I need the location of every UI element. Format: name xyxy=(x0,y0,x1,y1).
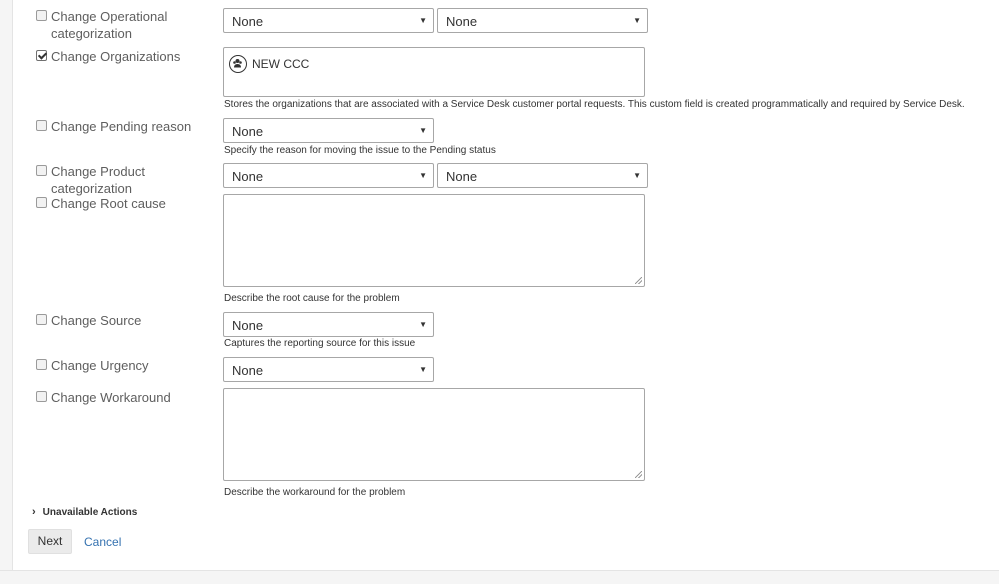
select-operational-tier1[interactable]: None ▼ xyxy=(223,8,434,33)
root-cause-textarea[interactable] xyxy=(223,194,645,287)
row-product-categorization: Change Product categorization xyxy=(36,163,221,197)
select-pending-reason[interactable]: None ▼ xyxy=(223,118,434,143)
row-root-cause: Change Root cause xyxy=(36,195,221,212)
dropdown-arrow-icon: ▼ xyxy=(419,126,427,135)
left-rail xyxy=(0,0,13,583)
pending-reason-description: Specify the reason for moving the issue … xyxy=(224,145,496,156)
source-description: Captures the reporting source for this i… xyxy=(224,338,416,349)
checkbox-workaround[interactable] xyxy=(36,391,47,402)
cancel-link[interactable]: Cancel xyxy=(84,535,121,549)
organization-chip[interactable]: NEW CCC xyxy=(229,53,309,75)
label-workaround: Change Workaround xyxy=(51,390,171,405)
root-cause-description: Describe the root cause for the problem xyxy=(224,293,400,304)
select-operational-tier2[interactable]: None ▼ xyxy=(437,8,648,33)
row-pending-reason: Change Pending reason xyxy=(36,118,221,135)
dropdown-arrow-icon: ▼ xyxy=(419,365,427,374)
row-operational-categorization: Change Operational categorization xyxy=(36,8,221,42)
checkbox-source[interactable] xyxy=(36,314,47,325)
checkbox-organizations[interactable] xyxy=(36,50,47,61)
select-product-tier2[interactable]: None ▼ xyxy=(437,163,648,188)
checkbox-operational-categorization[interactable] xyxy=(36,10,47,21)
label-urgency: Change Urgency xyxy=(51,358,149,373)
organizations-description: Stores the organizations that are associ… xyxy=(224,99,965,110)
select-product-tier1[interactable]: None ▼ xyxy=(223,163,434,188)
label-pending-reason: Change Pending reason xyxy=(51,119,192,134)
dropdown-arrow-icon: ▼ xyxy=(633,16,641,25)
checkbox-root-cause[interactable] xyxy=(36,197,47,208)
dropdown-arrow-icon: ▼ xyxy=(419,16,427,25)
page-footer-bar xyxy=(0,570,999,584)
row-urgency: Change Urgency xyxy=(36,357,221,374)
checkbox-product-categorization[interactable] xyxy=(36,165,47,176)
checkbox-pending-reason[interactable] xyxy=(36,120,47,131)
label-root-cause: Change Root cause xyxy=(51,196,166,211)
label-operational-categorization: Change Operational categorization xyxy=(51,9,168,41)
select-urgency[interactable]: None ▼ xyxy=(223,357,434,382)
row-source: Change Source xyxy=(36,312,221,329)
dropdown-arrow-icon: ▼ xyxy=(419,171,427,180)
organization-chip-label: NEW CCC xyxy=(252,57,310,71)
label-organizations: Change Organizations xyxy=(51,49,181,64)
select-source[interactable]: None ▼ xyxy=(223,312,434,337)
dropdown-arrow-icon: ▼ xyxy=(633,171,641,180)
resize-grip-icon[interactable] xyxy=(635,277,642,284)
workaround-description: Describe the workaround for the problem xyxy=(224,487,406,498)
checkbox-urgency[interactable] xyxy=(36,359,47,370)
row-organizations: Change Organizations xyxy=(36,48,221,65)
label-product-categorization: Change Product categorization xyxy=(51,164,145,196)
label-source: Change Source xyxy=(51,313,142,328)
resize-grip-icon[interactable] xyxy=(635,471,642,478)
organization-icon xyxy=(229,55,247,73)
workaround-textarea[interactable] xyxy=(223,388,645,481)
unavailable-actions-toggle[interactable]: › Unavailable Actions xyxy=(32,506,137,518)
row-workaround: Change Workaround xyxy=(36,389,221,406)
unavailable-actions-label: Unavailable Actions xyxy=(42,506,138,518)
next-button[interactable]: Next xyxy=(28,529,72,554)
chevron-right-icon: › xyxy=(32,506,36,518)
dropdown-arrow-icon: ▼ xyxy=(419,320,427,329)
